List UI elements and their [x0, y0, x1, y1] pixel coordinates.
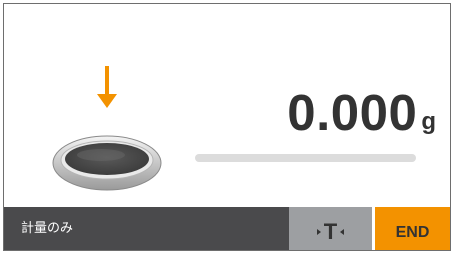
- function-bar: 計量のみ T END: [4, 207, 450, 250]
- mode-label: 計量のみ: [4, 207, 289, 250]
- down-arrow-icon: [97, 66, 117, 108]
- weight-value: 0.000: [287, 84, 418, 141]
- tare-left-marker: [316, 228, 321, 235]
- weighing-pan-icon: [52, 135, 162, 191]
- end-button[interactable]: END: [375, 207, 450, 250]
- tare-button[interactable]: T: [289, 207, 372, 250]
- capacity-bar: [195, 154, 416, 162]
- weight-readout: 0.000 g: [287, 87, 436, 138]
- tare-right-marker: [340, 228, 345, 235]
- tare-icon: T: [316, 218, 345, 244]
- tare-letter: T: [323, 218, 338, 244]
- balance-screen: 0.000 g 計量のみ T END: [3, 3, 451, 251]
- weighing-display: 0.000 g: [4, 4, 450, 207]
- weight-unit: g: [421, 108, 436, 135]
